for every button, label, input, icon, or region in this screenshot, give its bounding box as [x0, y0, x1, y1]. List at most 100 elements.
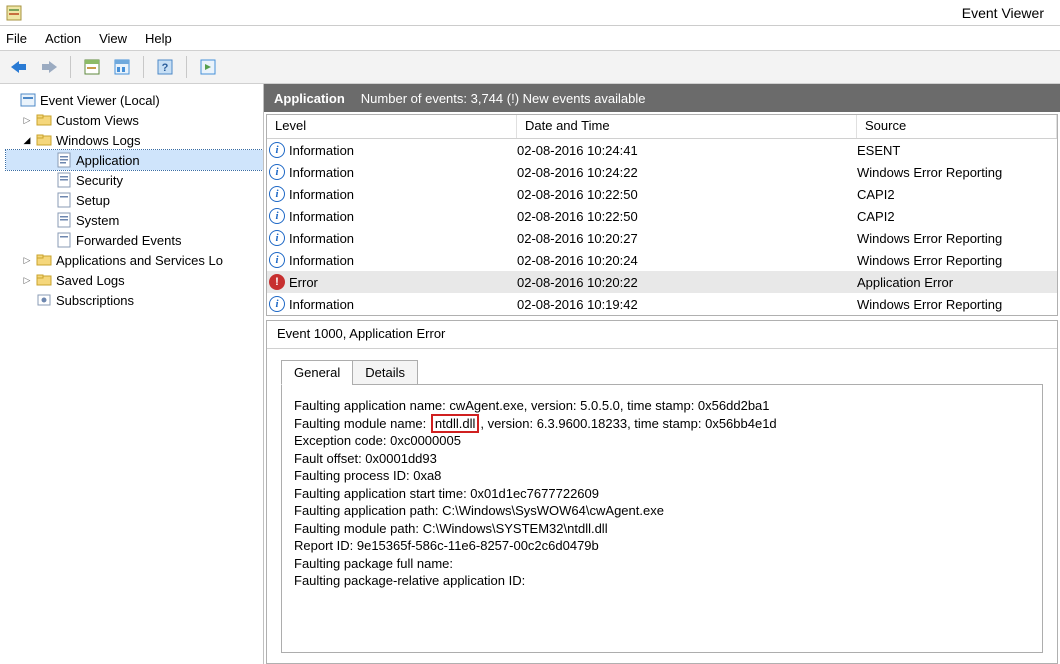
cell-level: i Information: [267, 230, 517, 246]
back-button[interactable]: [6, 54, 32, 80]
expand-glyph[interactable]: ▷: [22, 115, 32, 126]
log-icon: [56, 212, 72, 228]
folder-icon: [36, 252, 52, 268]
event-row[interactable]: iInformation02-08-2016 10:20:27Windows E…: [267, 227, 1057, 249]
tree-forwarded-events[interactable]: Forwarded Events: [6, 230, 263, 250]
window-title: Event Viewer: [962, 5, 1044, 21]
detail-line: Faulting module path: C:\Windows\SYSTEM3…: [294, 520, 1030, 538]
folder-icon: [36, 132, 52, 148]
event-row[interactable]: iInformation02-08-2016 10:22:50CAPI2: [267, 205, 1057, 227]
title-bar: Event Viewer: [0, 0, 1060, 26]
menu-help[interactable]: Help: [145, 31, 172, 46]
toolbar-separator: [70, 56, 71, 78]
tree-label: Forwarded Events: [76, 233, 182, 248]
tree-root[interactable]: Event Viewer (Local): [6, 90, 263, 110]
info-icon: i: [269, 208, 285, 224]
navigation-tree[interactable]: Event Viewer (Local) ▷ Custom Views ◢ Wi…: [0, 84, 264, 664]
tree-label: Applications and Services Lo: [56, 253, 223, 268]
subscriptions-icon: [36, 292, 52, 308]
cell-date: 02-08-2016 10:20:24: [517, 253, 857, 268]
menu-action[interactable]: Action: [45, 31, 81, 46]
event-row[interactable]: iInformation02-08-2016 10:24:41ESENT: [267, 139, 1057, 161]
expand-glyph[interactable]: ▷: [22, 275, 32, 286]
event-row[interactable]: iInformation02-08-2016 10:22:50CAPI2: [267, 183, 1057, 205]
level-text: Information: [289, 253, 354, 268]
tree-application[interactable]: Application: [6, 150, 263, 170]
cell-level: iInformation: [267, 164, 517, 180]
refresh-view-button[interactable]: [195, 54, 221, 80]
event-list[interactable]: Level Date and Time Source iInformation0…: [266, 114, 1058, 316]
svg-text:?: ?: [162, 62, 169, 74]
cell-date: 02-08-2016 10:20:22: [517, 275, 857, 290]
menu-view[interactable]: View: [99, 31, 127, 46]
log-icon: [56, 172, 72, 188]
tree-setup[interactable]: Setup: [6, 190, 263, 210]
toolbar: ?: [0, 50, 1060, 84]
info-icon: i: [269, 252, 285, 268]
event-row[interactable]: iInformation02-08-2016 10:19:42Windows E…: [267, 293, 1057, 315]
event-detail-body[interactable]: Faulting application name: cwAgent.exe, …: [281, 384, 1043, 653]
log-header-bar: Application Number of events: 3,744 (!) …: [264, 84, 1060, 112]
tree-label: Custom Views: [56, 113, 139, 128]
event-row[interactable]: i Information 02-08-2016 10:20:24Windows E…: [267, 249, 1057, 271]
event-row[interactable]: !Error02-08-2016 10:20:22Application Err…: [267, 271, 1057, 293]
menu-file[interactable]: File: [6, 31, 27, 46]
folder-icon: [36, 112, 52, 128]
cell-source: Application Error: [857, 275, 1057, 290]
event-detail-title: Event 1000, Application Error: [267, 321, 1057, 349]
tree-saved-logs[interactable]: ▷ Saved Logs: [6, 270, 263, 290]
column-source[interactable]: Source: [857, 115, 1057, 138]
expand-glyph[interactable]: ▷: [22, 255, 32, 266]
cell-source: Windows Error Reporting: [857, 231, 1057, 246]
level-text: Information: [289, 165, 354, 180]
cell-level: iInformation: [267, 208, 517, 224]
detail-line: Report ID: 9e15365f-586c-11e6-8257-00c2c…: [294, 537, 1030, 555]
forward-button[interactable]: [36, 54, 62, 80]
detail-line: Fault offset: 0x0001dd93: [294, 450, 1030, 468]
cell-level: i Information: [267, 296, 517, 312]
detail-line: Faulting application path: C:\Windows\Sy…: [294, 502, 1030, 520]
content-pane: Application Number of events: 3,744 (!) …: [264, 84, 1060, 664]
log-summary: Number of events: 3,744 (!) New events a…: [361, 91, 646, 106]
cell-level: iInformation: [267, 186, 517, 202]
cell-source: Windows Error Reporting: [857, 253, 1057, 268]
detail-line: Faulting module name: ntdll.dll, version…: [294, 415, 1030, 433]
cell-date: 02-08-2016 10:19:42: [517, 297, 857, 312]
tree-custom-views[interactable]: ▷ Custom Views: [6, 110, 263, 130]
collapse-glyph[interactable]: ◢: [22, 135, 32, 146]
log-icon: [56, 192, 72, 208]
level-text: Information: [289, 297, 354, 312]
menu-bar: File Action View Help: [0, 26, 1060, 50]
tree-label: Saved Logs: [56, 273, 125, 288]
column-date[interactable]: Date and Time: [517, 115, 857, 138]
column-headers[interactable]: Level Date and Time Source: [267, 115, 1057, 139]
tab-general[interactable]: General: [281, 360, 353, 385]
tree-security[interactable]: Security: [6, 170, 263, 190]
toolbar-separator: [186, 56, 187, 78]
log-name: Application: [274, 91, 345, 106]
tree-label: Application: [76, 153, 140, 168]
level-text: Information: [289, 231, 354, 246]
tree-label: Windows Logs: [56, 133, 141, 148]
properties-button[interactable]: [109, 54, 135, 80]
tab-details[interactable]: Details: [352, 360, 418, 385]
detail-line: Faulting package full name:: [294, 555, 1030, 573]
app-icon: [6, 5, 22, 21]
tree-apps-services[interactable]: ▷ Applications and Services Lo: [6, 250, 263, 270]
event-row[interactable]: iInformation02-08-2016 10:24:22Windows E…: [267, 161, 1057, 183]
info-icon: i: [269, 186, 285, 202]
info-icon: i: [269, 230, 285, 246]
info-icon: i: [269, 296, 285, 312]
cell-source: CAPI2: [857, 187, 1057, 202]
info-icon: i: [269, 142, 285, 158]
toolbar-separator: [143, 56, 144, 78]
highlighted-module: ntdll.dll: [431, 414, 479, 433]
show-hide-tree-button[interactable]: [79, 54, 105, 80]
help-button[interactable]: ?: [152, 54, 178, 80]
tree-label: Subscriptions: [56, 293, 134, 308]
tree-subscriptions[interactable]: Subscriptions: [6, 290, 263, 310]
tree-system[interactable]: System: [6, 210, 263, 230]
column-level[interactable]: Level: [267, 115, 517, 138]
tree-windows-logs[interactable]: ◢ Windows Logs: [6, 130, 263, 150]
error-icon: !: [269, 274, 285, 290]
